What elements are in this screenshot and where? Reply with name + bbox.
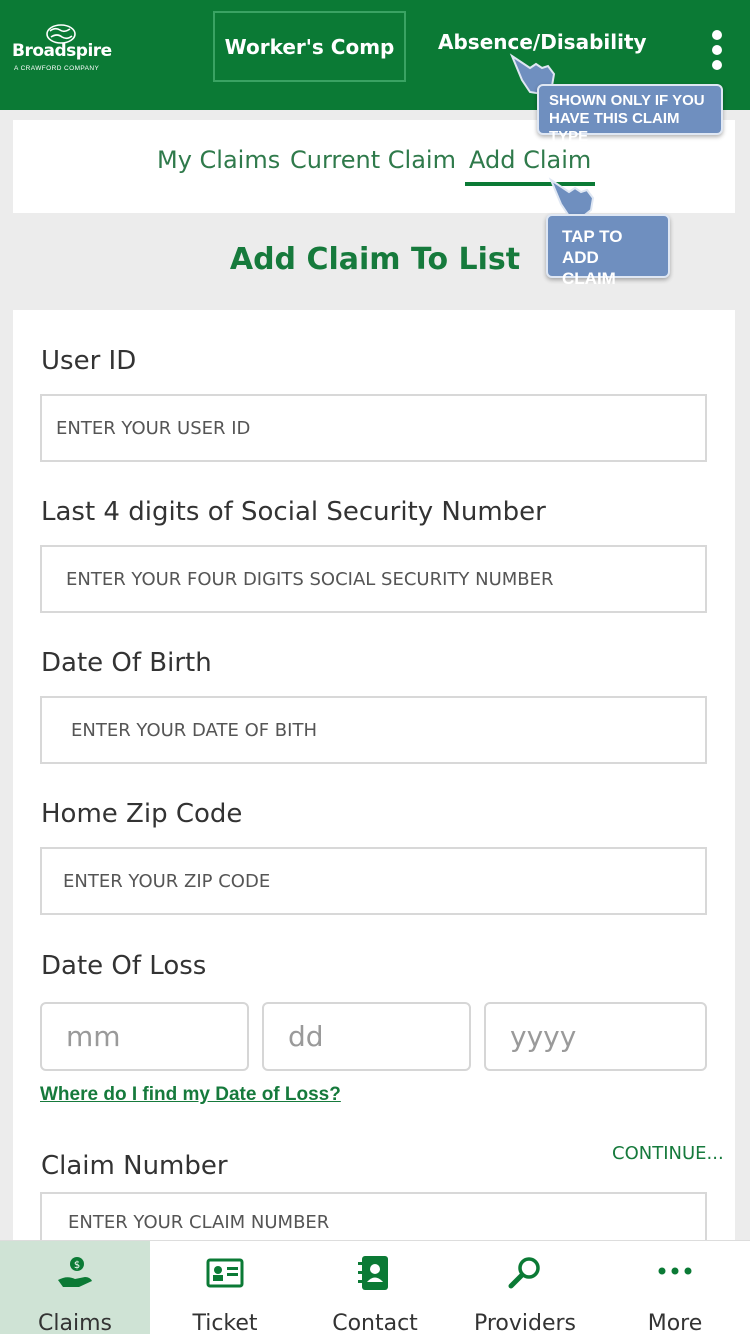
- logo-brand-text: Broadspire: [12, 41, 112, 61]
- id-card-icon: [206, 1258, 244, 1288]
- svg-text:$: $: [74, 1260, 80, 1271]
- tooltip-line: HAVE THIS CLAIM TYPE: [549, 110, 680, 145]
- zip-label: Home Zip Code: [41, 799, 243, 829]
- bottom-nav: $ Claims Ticket Contact Providers More: [0, 1240, 750, 1334]
- claim-number-label: Claim Number: [41, 1151, 228, 1181]
- nav-contact[interactable]: Contact: [300, 1241, 450, 1334]
- dob-input[interactable]: ENTER YOUR DATE OF BITH: [40, 696, 707, 764]
- tooltip-line: TAP TO: [562, 227, 623, 246]
- nav-more[interactable]: More: [600, 1241, 750, 1334]
- user-id-input[interactable]: ENTER YOUR USER ID: [40, 394, 707, 462]
- continue-indicator: CONTINUE...: [612, 1143, 724, 1164]
- nav-label: Contact: [332, 1311, 418, 1334]
- ssn-label: Last 4 digits of Social Security Number: [41, 497, 546, 527]
- date-of-loss-label: Date Of Loss: [41, 951, 207, 981]
- nav-label: Claims: [38, 1311, 112, 1334]
- tooltip-line: SHOWN ONLY IF YOU: [549, 92, 705, 109]
- tab-workers-comp[interactable]: Worker's Comp: [213, 11, 406, 82]
- tab-my-claims[interactable]: My Claims: [157, 146, 280, 174]
- broadspire-logo: Broadspire A CRAWFORD COMPANY: [12, 24, 132, 76]
- nav-providers[interactable]: Providers: [450, 1241, 600, 1334]
- hand-money-icon: $: [58, 1257, 92, 1287]
- nav-label: More: [647, 1311, 703, 1334]
- add-claim-tooltip: TAP TO ADD CLAIM: [546, 214, 670, 288]
- address-book-icon: [358, 1256, 388, 1290]
- more-dots-icon: [658, 1267, 692, 1275]
- logo-tagline: A CRAWFORD COMPANY: [14, 65, 100, 72]
- date-of-loss-help-link[interactable]: Where do I find my Date of Loss?: [40, 1084, 341, 1106]
- tab-current-claim[interactable]: Current Claim: [290, 146, 456, 174]
- search-icon: [508, 1257, 540, 1289]
- tab-absence-disability[interactable]: Absence/Disability: [438, 30, 647, 54]
- ssn-input[interactable]: ENTER YOUR FOUR DIGITS SOCIAL SECURITY N…: [40, 545, 707, 613]
- dob-label: Date Of Birth: [41, 648, 212, 678]
- claim-type-tooltip: SHOWN ONLY IF YOU HAVE THIS CLAIM TYPE: [537, 84, 723, 145]
- user-id-label: User ID: [41, 346, 137, 376]
- loss-day-input[interactable]: dd: [262, 1002, 471, 1071]
- nav-ticket[interactable]: Ticket: [150, 1241, 300, 1334]
- nav-label: Providers: [473, 1311, 577, 1334]
- loss-year-input[interactable]: yyyy: [484, 1002, 707, 1071]
- nav-label: Ticket: [192, 1311, 258, 1334]
- nav-claims[interactable]: $ Claims: [0, 1241, 150, 1334]
- zip-input[interactable]: ENTER YOUR ZIP CODE: [40, 847, 707, 915]
- loss-month-input[interactable]: mm: [40, 1002, 249, 1071]
- tooltip-line: ADD CLAIM: [562, 248, 616, 288]
- overflow-menu-icon[interactable]: [706, 30, 728, 70]
